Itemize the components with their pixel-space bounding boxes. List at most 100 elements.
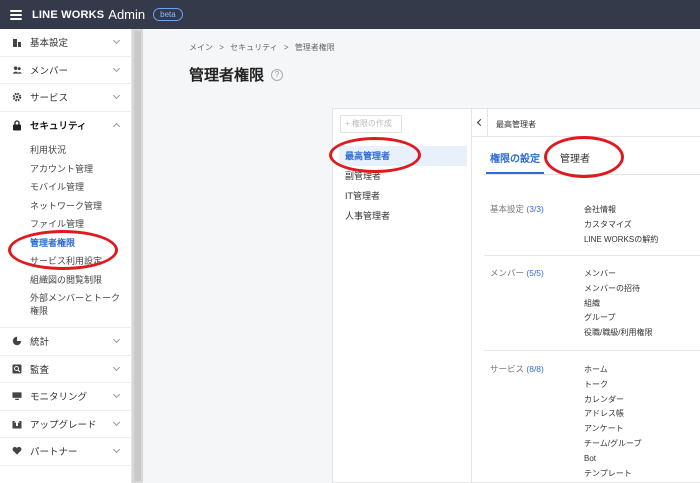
beta-badge: beta xyxy=(153,8,183,21)
sidebar-item-usage[interactable]: 利用状況 xyxy=(0,141,131,160)
sidebar-group-partner[interactable]: パートナー xyxy=(0,438,131,466)
admin-role-super[interactable]: 最高管理者 xyxy=(339,146,467,166)
permission-item: アンケート xyxy=(584,424,624,434)
users-icon xyxy=(12,65,22,75)
building-icon xyxy=(12,37,22,48)
sidebar-group-label: メンバー xyxy=(30,65,69,77)
sidebar-item-service-settings[interactable]: サービス利用設定 xyxy=(0,252,131,271)
detail-tabs: 権限の設定 管理者 xyxy=(484,150,700,174)
permission-item: LINE WORKSの解約 xyxy=(584,234,659,244)
permission-category: 基本設定 (3/3) xyxy=(490,203,544,215)
monitor-icon xyxy=(12,391,22,401)
breadcrumb-home[interactable]: メイン xyxy=(189,43,213,52)
sidebar-group-basic[interactable]: 基本設定 xyxy=(0,29,131,57)
sidebar-group-audit[interactable]: 監査 xyxy=(0,356,131,383)
chevron-down-icon xyxy=(112,445,121,454)
permission-item: Bot xyxy=(584,453,597,463)
divider xyxy=(484,174,700,175)
divider xyxy=(484,255,700,256)
sidebar-group-services[interactable]: サービス xyxy=(0,84,131,112)
lock-icon xyxy=(12,120,22,131)
permission-item: テンプレート xyxy=(584,468,632,478)
permission-items: メンバー メンバーの招待 組織 グループ 役職/職級/利用権限 xyxy=(584,267,652,341)
sidebar-group-label: 統計 xyxy=(30,337,50,349)
breadcrumb: メイン > セキュリティ > 管理者権限 xyxy=(189,42,339,53)
chevron-down-icon xyxy=(112,363,121,371)
sidebar-group-label: パートナー xyxy=(30,447,78,459)
upgrade-icon xyxy=(12,418,22,429)
chevron-up-icon xyxy=(112,122,121,130)
sidebar-item-network[interactable]: ネットワーク管理 xyxy=(0,197,131,216)
sidebar-group-monitoring[interactable]: モニタリング xyxy=(0,383,131,411)
permission-item: トーク xyxy=(584,379,608,389)
sidebar-group-upgrade[interactable]: アップグレード xyxy=(0,411,131,438)
sidebar-item-file[interactable]: ファイル管理 xyxy=(0,215,131,234)
page-title: 管理者権限 xyxy=(189,67,265,84)
breadcrumb-security[interactable]: セキュリティ xyxy=(230,43,278,52)
security-submenu: 利用状況 アカウント管理 モバイル管理 ネットワーク管理 ファイル管理 管理者権… xyxy=(0,139,131,328)
divider xyxy=(484,350,700,351)
sidebar-group-security[interactable]: セキュリティ xyxy=(0,112,131,140)
breadcrumb-separator: > xyxy=(283,43,289,52)
sidebar-item-mobile[interactable]: モバイル管理 xyxy=(0,178,131,197)
permission-item: メンバーの招待 xyxy=(584,283,640,293)
sidebar-group-label: セキュリティ xyxy=(30,121,87,133)
audit-icon xyxy=(12,364,22,374)
permission-items: 会社情報 カスタマイズ LINE WORKSの解約 xyxy=(584,203,658,247)
sidebar-group-label: 監査 xyxy=(30,364,50,376)
brand-product: Admin xyxy=(108,7,146,22)
tab-permission-settings[interactable]: 権限の設定 xyxy=(486,150,544,174)
permission-item: 会社情報 xyxy=(584,205,616,214)
permission-category: メンバー (5/5) xyxy=(490,267,544,279)
admin-role-hr[interactable]: 人事管理者 xyxy=(339,206,467,226)
permission-item: メンバー xyxy=(584,269,616,278)
category-count[interactable]: (3/3) xyxy=(526,204,543,214)
role-detail-header: 最高管理者 xyxy=(496,120,536,129)
sidebar: 基本設定 メンバー サービス セキュリティ 利用状況 アカウント管理 モバイル管… xyxy=(0,29,132,483)
brand-name: LINE WORKS xyxy=(32,8,105,21)
sidebar-group-label: モニタリング xyxy=(30,392,88,404)
sidebar-group-label: アップグレード xyxy=(30,419,97,431)
help-icon[interactable]: ? xyxy=(271,69,283,81)
chevron-down-icon xyxy=(112,335,121,344)
heart-icon xyxy=(12,446,22,456)
chevron-down-icon xyxy=(112,91,121,100)
sidebar-group-members[interactable]: メンバー xyxy=(0,57,131,84)
permission-category: サービス (8/8) xyxy=(490,363,544,375)
category-label: 基本設定 xyxy=(490,204,525,214)
sidebar-item-admin-permissions[interactable]: 管理者権限 xyxy=(0,234,131,253)
sidebar-group-label: サービス xyxy=(30,93,69,105)
category-count[interactable]: (5/5) xyxy=(526,268,543,278)
category-count[interactable]: (8/8) xyxy=(526,364,543,374)
sidebar-scrollbar[interactable] xyxy=(132,29,143,483)
breadcrumb-current: 管理者権限 xyxy=(294,43,335,52)
admin-role-it[interactable]: IT管理者 xyxy=(339,186,467,206)
divider xyxy=(472,136,700,137)
category-label: メンバー xyxy=(490,268,525,278)
gear-icon xyxy=(12,92,22,102)
scrollbar-thumb[interactable] xyxy=(134,31,141,481)
pie-chart-icon xyxy=(12,336,22,346)
chevron-down-icon xyxy=(112,64,121,72)
tab-administrators[interactable]: 管理者 xyxy=(560,150,590,174)
sidebar-item-external-talk[interactable]: 外部メンバーとトーク権限 xyxy=(0,289,131,321)
top-bar: LINE WORKS Admin beta xyxy=(0,0,700,29)
chevron-left-icon xyxy=(476,118,485,126)
sidebar-group-label: 基本設定 xyxy=(30,38,69,50)
chevron-down-icon xyxy=(112,418,121,426)
permission-item: 役職/職級/利用権限 xyxy=(584,328,653,338)
category-label: サービス xyxy=(490,364,525,374)
create-permission-button[interactable]: + 権限の作成 xyxy=(340,115,402,133)
permission-item: ホーム xyxy=(584,365,608,374)
breadcrumb-separator: > xyxy=(219,43,224,52)
sidebar-item-account[interactable]: アカウント管理 xyxy=(0,160,131,179)
permission-item: カスタマイズ xyxy=(584,219,632,229)
permission-item: カレンダー xyxy=(584,394,624,404)
permission-item: アドレス帳 xyxy=(584,409,624,419)
collapse-button[interactable] xyxy=(472,108,488,136)
hamburger-menu-icon[interactable] xyxy=(10,9,22,20)
sidebar-item-org-chart-restriction[interactable]: 組織図の閲覧制限 xyxy=(0,271,131,290)
sidebar-group-stats[interactable]: 統計 xyxy=(0,328,131,356)
chevron-down-icon xyxy=(112,36,121,45)
admin-role-deputy[interactable]: 副管理者 xyxy=(339,166,467,186)
